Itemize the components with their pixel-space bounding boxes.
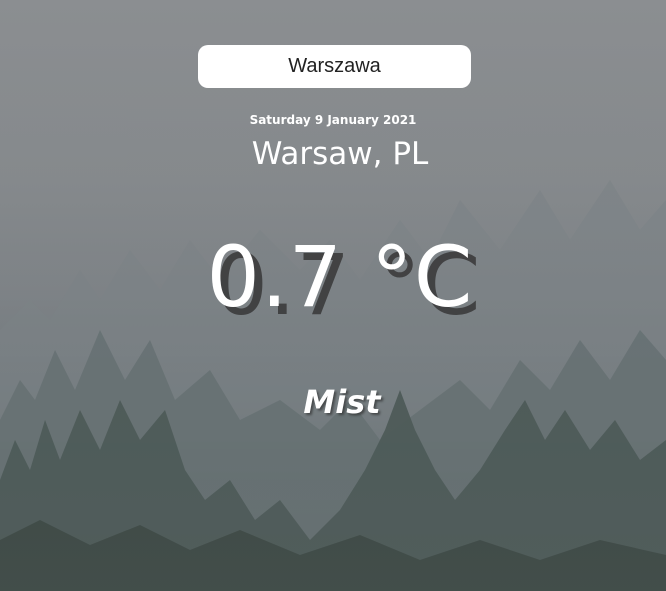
date-label: Saturday 9 January 2021 [249,113,417,127]
weather-condition: Mist [303,383,381,421]
temperature-display: 0.7 °C [206,228,474,326]
weather-app: Saturday 9 January 2021 Warsaw, PL 0.7 °… [0,0,666,591]
search-input[interactable] [198,45,471,88]
location-label: Warsaw, PL [251,136,429,172]
search-box[interactable] [198,45,471,88]
